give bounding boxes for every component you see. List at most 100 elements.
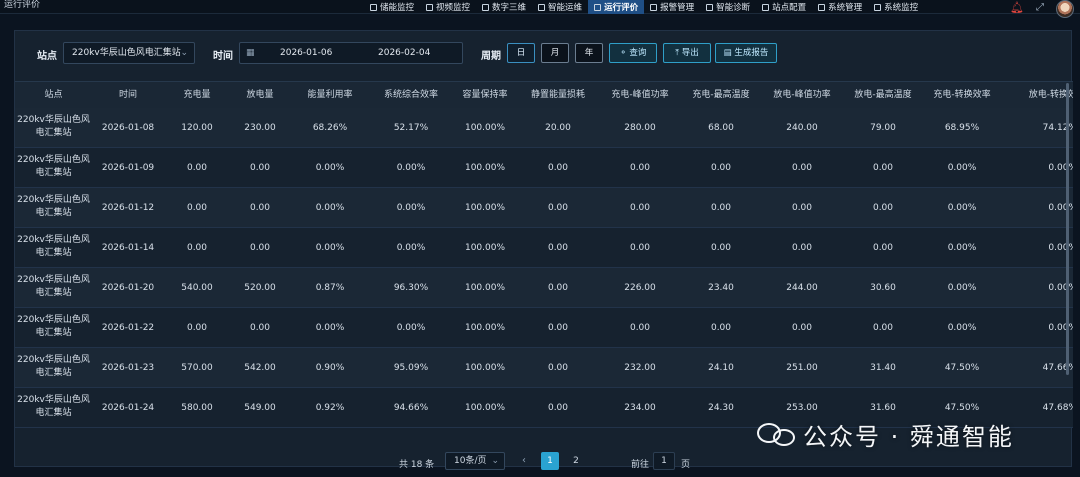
table-cell: 2026-01-09 — [101, 163, 155, 173]
period-month-button[interactable]: 月 — [541, 43, 569, 63]
prev-page-icon[interactable]: ‹ — [522, 455, 526, 466]
alarm-icon — [650, 3, 658, 11]
bell-icon[interactable]: 🔔︎ — [1010, 2, 1024, 13]
table-row[interactable]: 220kv华辰山色风电汇集站 2026-01-23 570.00 542.00 0.90… — [15, 348, 1073, 388]
nav-item-6[interactable]: 智能诊断 — [700, 0, 756, 14]
date-start[interactable]: 2026-01-06 — [280, 43, 332, 63]
table-cell: 251.00 — [786, 363, 818, 373]
column-header[interactable]: 充电-转换效率 — [922, 82, 1002, 108]
table-cell: 23.40 — [708, 283, 734, 293]
table-cell: 0.87% — [315, 283, 345, 293]
column-header[interactable]: 时间 — [92, 82, 164, 108]
nav-item-9[interactable]: 系统监控 — [868, 0, 924, 14]
table-cell: 79.00 — [870, 123, 896, 133]
video-icon — [426, 3, 434, 11]
table-cell: 240.00 — [786, 123, 818, 133]
column-header[interactable]: 静置能量损耗 — [518, 82, 598, 108]
column-header[interactable]: 充电-最高温度 — [682, 82, 760, 108]
column-header[interactable]: 放电-最高温度 — [844, 82, 922, 108]
nav-item-8[interactable]: 系统管理 — [812, 0, 868, 14]
table-cell: 20.00 — [545, 123, 571, 133]
table-row[interactable]: 220kv华辰山色风电汇集站 2026-01-22 0.00 0.00 0.00% 0.0… — [15, 308, 1073, 348]
goto-label: 前往 — [631, 460, 650, 470]
table-cell: 0.00 — [791, 203, 813, 213]
document-icon — [594, 3, 602, 11]
table-cell: 0.00 — [629, 323, 651, 333]
query-button[interactable]: ⚬ 查询 — [609, 43, 657, 63]
table-cell: 520.00 — [244, 283, 276, 293]
table-row[interactable]: 220kv华辰山色风电汇集站 2026-01-14 0.00 0.00 0.00% 0.0… — [15, 228, 1073, 268]
period-year-button[interactable]: 年 — [575, 43, 603, 63]
table-cell: 2026-01-20 — [101, 283, 155, 293]
total-count: 共 18 条 — [399, 460, 435, 470]
column-header[interactable]: 放电-转换效 — [1002, 82, 1073, 108]
column-header[interactable]: 能量利用率 — [290, 82, 370, 108]
period-day-button[interactable]: 日 — [507, 43, 535, 63]
table-cell: 24.30 — [708, 403, 734, 413]
nav-item-3[interactable]: 智能运维 — [532, 0, 588, 14]
table-cell: 549.00 — [244, 403, 276, 413]
table-row[interactable]: 220kv华辰山色风电汇集站 2026-01-20 540.00 520.00 0.87… — [15, 268, 1073, 308]
column-header[interactable]: 充电-峰值功率 — [598, 82, 682, 108]
column-header[interactable]: 系统综合效率 — [370, 82, 452, 108]
table-cell: 0.00 — [872, 243, 894, 253]
column-header[interactable]: 站点 — [15, 82, 92, 108]
export-button[interactable]: ⤒ 导出 — [663, 43, 711, 63]
nav-item-7[interactable]: 站点配置 — [756, 0, 812, 14]
table-cell: 0.00 — [186, 243, 208, 253]
table-cell: 0.90% — [315, 363, 345, 373]
table-cell: 100.00% — [464, 283, 506, 293]
table-cell: 0.00% — [947, 163, 977, 173]
table-cell: 0.00 — [710, 203, 732, 213]
filter-bar: 站点 220kv华辰山色风电汇集站 ⌄ 时间 ▦ 2026-01-06 2026… — [15, 31, 1071, 81]
nav-item-2[interactable]: 数字三维 — [476, 0, 532, 14]
table-cell: 120.00 — [181, 123, 213, 133]
table-cell: 0.00 — [186, 323, 208, 333]
station-select[interactable]: 220kv华辰山色风电汇集站 ⌄ — [63, 42, 195, 64]
table-row[interactable]: 220kv华辰山色风电汇集站 2026-01-09 0.00 0.00 0.00% 0.0… — [15, 148, 1073, 188]
table-row[interactable]: 220kv华辰山色风电汇集站 2026-01-12 0.00 0.00 0.00% 0.0… — [15, 188, 1073, 228]
nav-item-label: 储能监控 — [380, 3, 415, 13]
period-label: 周期 — [481, 51, 501, 62]
table-cell: 540.00 — [181, 283, 213, 293]
nav-item-5[interactable]: 报警管理 — [644, 0, 700, 14]
page-2[interactable]: 2 — [567, 452, 585, 470]
page-size-select[interactable]: 10条/页 ⌄ — [445, 452, 505, 470]
avatar[interactable] — [1056, 0, 1074, 18]
app-title: 运行评价 — [4, 0, 41, 10]
column-header[interactable]: 放电量 — [230, 82, 290, 108]
table-cell: 244.00 — [786, 283, 818, 293]
table-body: 220kv华辰山色风电汇集站 2026-01-08 120.00 230.00 68.2… — [15, 108, 1073, 428]
pagination: 共 18 条 10条/页 ⌄ ‹ 1 2 前往 1 页 — [15, 449, 1071, 475]
query-button-label: 查询 — [629, 48, 647, 58]
column-header[interactable]: 充电量 — [164, 82, 230, 108]
table-cell: 0.00 — [710, 323, 732, 333]
table-cell: 2026-01-12 — [101, 203, 155, 213]
table-scrollbar[interactable] — [1066, 83, 1069, 375]
date-range-picker[interactable]: ▦ 2026-01-06 2026-02-04 — [239, 42, 463, 64]
column-header[interactable]: 容量保持率 — [452, 82, 518, 108]
table-cell: 580.00 — [181, 403, 213, 413]
table-cell: 95.09% — [393, 363, 429, 373]
goto-unit: 页 — [681, 460, 691, 470]
date-end[interactable]: 2026-02-04 — [378, 43, 430, 63]
nav-item-4[interactable]: 运行评价 — [588, 0, 645, 14]
table-cell: 220kv华辰山色风电汇集站 — [17, 355, 90, 378]
table-cell: 47.66% — [1042, 363, 1073, 373]
fullscreen-icon[interactable]: ⤢ — [1036, 2, 1044, 13]
table-cell: 220kv华辰山色风电汇集站 — [17, 235, 90, 258]
nav-item-1[interactable]: 视频监控 — [420, 0, 476, 14]
table-cell: 220kv华辰山色风电汇集站 — [17, 275, 90, 298]
table-cell: 0.00 — [710, 163, 732, 173]
goto-page-input[interactable]: 1 — [653, 452, 675, 470]
table-row[interactable]: 220kv华辰山色风电汇集站 2026-01-08 120.00 230.00 68.2… — [15, 108, 1073, 148]
table-cell: 0.00% — [315, 243, 345, 253]
nav-item-0[interactable]: 储能监控 — [364, 0, 420, 14]
table-cell: 220kv华辰山色风电汇集站 — [17, 395, 90, 418]
generate-report-button[interactable]: ▤ 生成报告 — [715, 43, 777, 63]
column-header[interactable]: 放电-峰值功率 — [760, 82, 844, 108]
data-table: 站点 时间 充电量 放电量 能量利用率 系统综合效率 容量保持率 静置能量损耗 充电-峰值功率充… — [15, 81, 1073, 429]
page-1[interactable]: 1 — [541, 452, 559, 470]
table-cell: 0.00 — [547, 283, 569, 293]
table-cell: 2026-01-14 — [101, 243, 155, 253]
